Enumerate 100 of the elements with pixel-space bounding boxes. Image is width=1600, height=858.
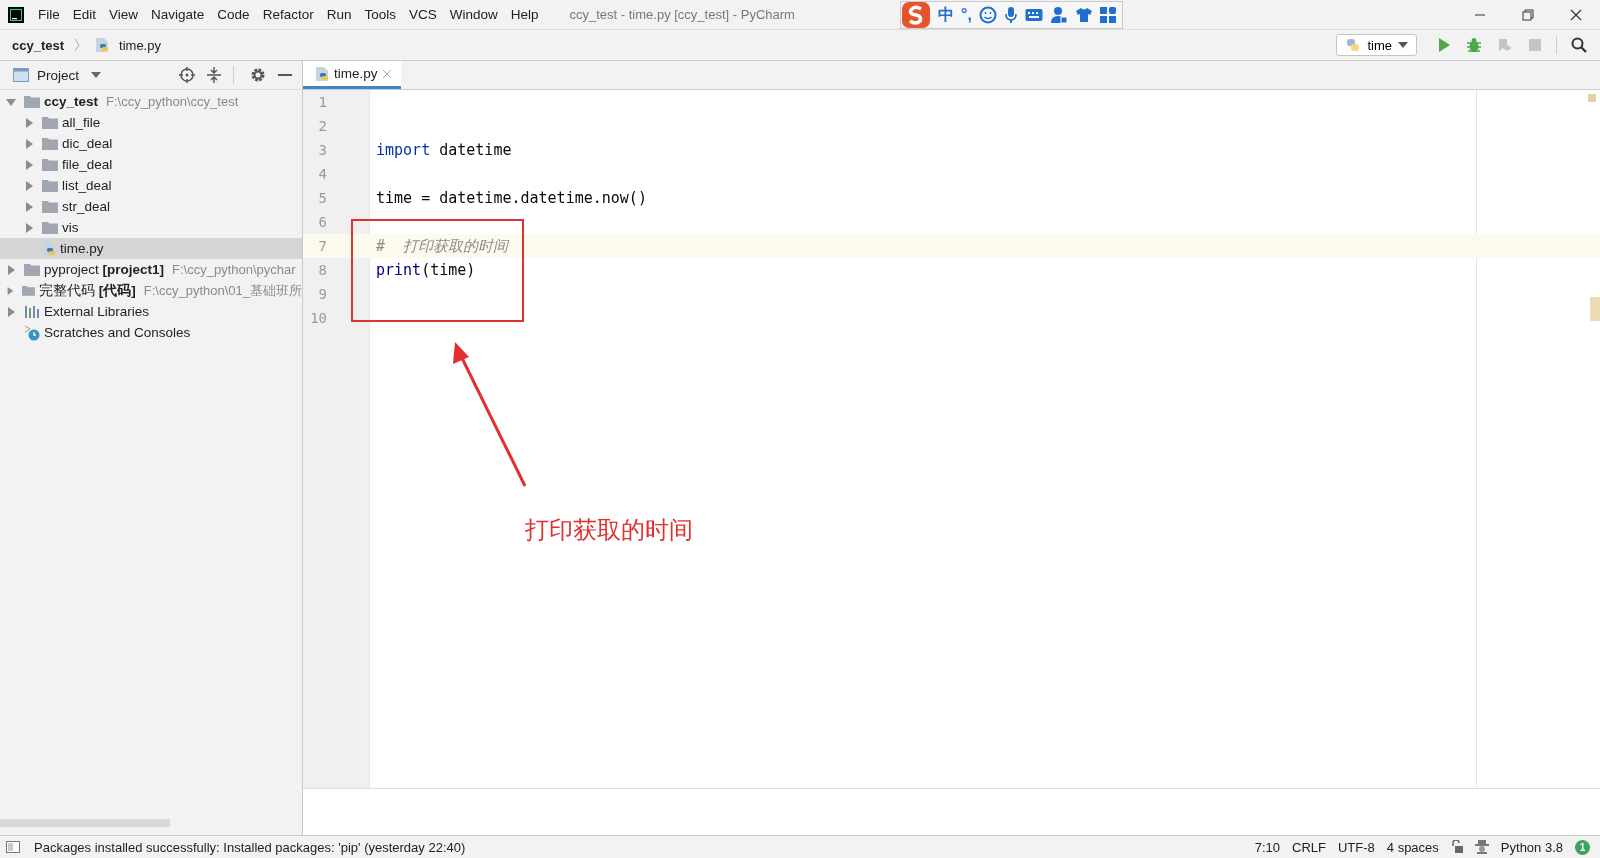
close-icon[interactable] [1570,8,1582,21]
menu-item[interactable]: Edit [72,7,97,22]
tree-item-label: file_deal [62,157,113,172]
tree-item[interactable]: pyproject [project1] F:\ccy_python\pychar [0,259,302,280]
expand-arrow-icon[interactable] [24,180,34,191]
user-icon[interactable] [1049,6,1068,24]
caret-icon [1398,42,1408,48]
collapse-icon[interactable] [207,67,221,83]
grid-icon[interactable] [1099,7,1116,23]
chevron-icon [74,38,81,52]
expand-arrow-icon[interactable] [6,96,16,107]
python-file-icon [42,240,56,257]
line-number: 3 [317,142,327,158]
menu-item[interactable]: File [38,7,60,22]
expand-arrow-icon[interactable] [24,201,34,212]
menu-item[interactable]: View [109,7,139,22]
menu-item[interactable]: VCS [408,7,437,22]
caret-position[interactable]: 7:10 [1254,839,1280,855]
folder-icon [42,200,58,213]
annotation-text: 打印获取的时间 [525,515,693,546]
settings-icon[interactable] [250,67,266,83]
tree-item[interactable]: file_deal [0,154,302,175]
tree-item-label: time.py [60,241,104,256]
tree-item-label: 完整代码 [代码] [39,281,136,300]
folder-icon [42,221,58,234]
tree-item[interactable]: 完整代码 [代码] F:\ccy_python\01_基础班所 [0,280,302,301]
status-message[interactable]: Packages installed successfully: Installed packages: 'pip' (yesterday 22:40) [34,839,466,855]
expand-arrow-icon[interactable] [24,159,34,170]
editor-tab[interactable]: time.py [303,61,401,89]
target-icon[interactable] [179,67,195,83]
tree-item[interactable]: vis [0,217,302,238]
ime-logo-icon[interactable] [901,1,931,29]
breadcrumb[interactable]: time.py [119,37,161,53]
tree-item[interactable]: time.py [0,238,302,259]
unlock-icon[interactable] [1450,840,1463,854]
scrollbar-thumb[interactable] [0,819,170,827]
menu-item[interactable]: Help [510,7,539,22]
panel-title[interactable]: Project [37,67,80,83]
search-icon[interactable] [1571,37,1587,53]
stop-icon[interactable] [1528,38,1542,52]
scroll-marker[interactable] [1590,297,1600,321]
menu-item[interactable]: Tools [364,7,396,22]
shirt-icon[interactable] [1074,7,1093,23]
caret-icon[interactable] [91,72,102,78]
tree-item-label: ccy_test [44,94,99,109]
tree-item[interactable]: Scratches and Consoles [0,322,302,343]
panel-toggle-icon[interactable] [6,841,20,853]
tree-item[interactable]: list_deal [0,175,302,196]
tree-item[interactable]: External Libraries [0,301,302,322]
expand-arrow-icon[interactable] [6,264,16,275]
folder-icon [42,137,58,150]
coverage-icon[interactable] [1497,37,1513,53]
microphone-icon[interactable] [1003,6,1018,24]
tree-item[interactable]: all_file [0,112,302,133]
expand-arrow-icon[interactable] [6,306,16,317]
file-encoding[interactable]: UTF-8 [1337,839,1375,855]
window-title: ccy_test - time.py [ccy_test] - PyCharm [569,7,795,22]
tree-item-label: pyproject [project1] [44,262,165,277]
expand-arrow-icon[interactable] [24,138,34,149]
menu-item[interactable]: Refactor [262,7,314,22]
folder-icon [24,95,40,108]
python-file-icon [95,37,110,53]
line-number: 1 [317,94,327,110]
app-logo-icon [8,6,24,23]
code-line: time = datetime.datetime.now() [376,189,647,207]
expand-arrow-icon[interactable] [24,117,34,128]
menu-item[interactable]: Run [326,7,352,22]
keyboard-icon[interactable] [1024,8,1043,22]
menu-item[interactable]: Window [449,7,498,22]
tree-item-label: dic_deal [62,136,113,151]
tree-item[interactable]: ccy_test F:\ccy_python\ccy_test [0,91,302,112]
expand-arrow-icon[interactable] [6,285,15,296]
menu-item[interactable]: Code [217,7,250,22]
hide-icon[interactable] [278,73,292,77]
smiley-icon[interactable] [978,6,997,24]
run-config-dropdown[interactable]: time [1336,34,1417,56]
line-number: 8 [317,262,327,278]
indent-setting[interactable]: 4 spaces [1386,839,1439,855]
interpreter-selector[interactable]: Python 3.8 [1500,839,1563,855]
breadcrumb[interactable]: ccy_test [12,37,65,53]
bug-icon[interactable] [1466,37,1482,53]
tree-item[interactable]: dic_deal [0,133,302,154]
input-mode-toggle[interactable]: 中 [938,4,954,26]
punctuation-toggle[interactable]: °, [961,6,972,24]
restore-icon[interactable] [1522,8,1534,21]
line-separator[interactable]: CRLF [1292,839,1326,855]
folder-icon [42,116,58,129]
line-number: 2 [317,118,327,134]
inspector-icon[interactable] [1474,840,1489,854]
line-number: 10 [309,310,327,326]
tree-item[interactable]: str_deal [0,196,302,217]
expand-arrow-icon[interactable] [24,222,34,233]
run-icon[interactable] [1437,37,1451,53]
library-icon [24,305,40,318]
menu-item[interactable]: Navigate [151,7,205,22]
tree-item-label: all_file [62,115,101,130]
inspection-marker[interactable] [1588,94,1596,102]
tree-item-label: External Libraries [44,304,150,319]
project-window-icon [13,68,29,82]
folder-icon [42,158,58,171]
